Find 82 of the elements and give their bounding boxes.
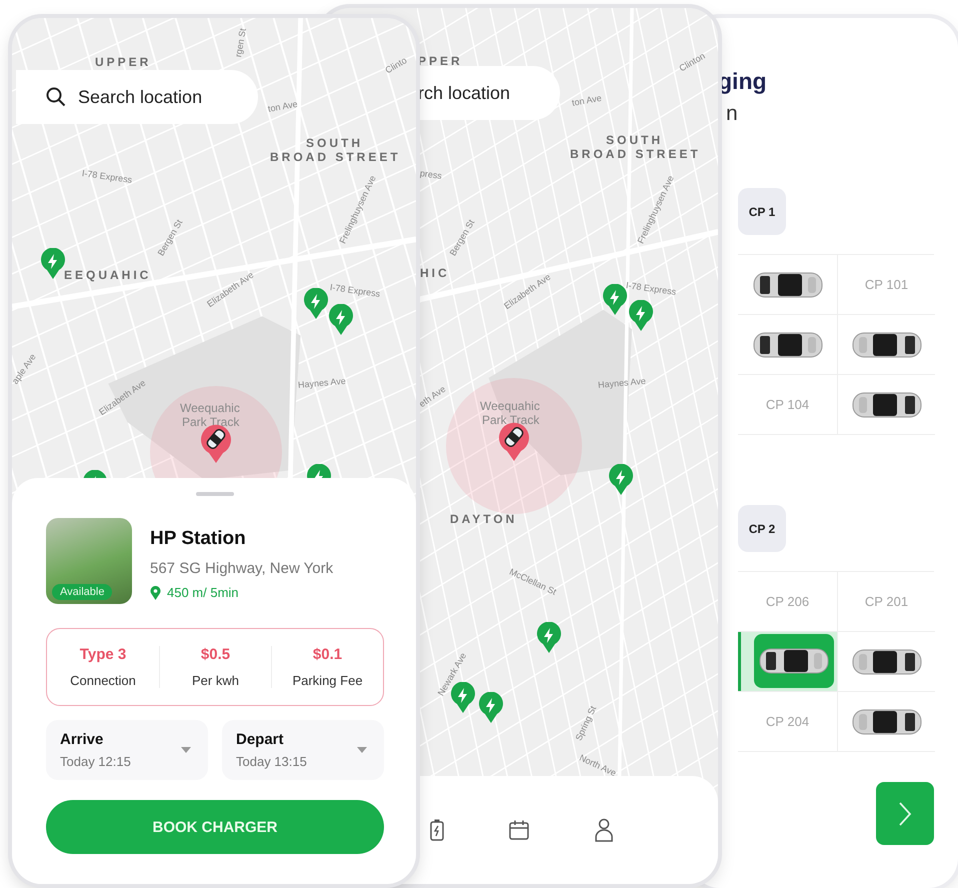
district-label: UPPER — [95, 55, 152, 69]
time-label: Arrive — [60, 731, 104, 748]
parking-slot[interactable] — [738, 632, 837, 692]
charger-pin-icon[interactable] — [478, 692, 504, 724]
charger-pin-icon[interactable] — [608, 464, 634, 496]
time-dropdown[interactable]: Arrive Today 12:15 — [46, 720, 208, 780]
charger-pin-icon[interactable] — [303, 288, 329, 320]
spec-label: Per kwh — [192, 673, 239, 688]
parking-slot[interactable] — [837, 315, 935, 375]
charger-pin-icon[interactable] — [328, 304, 354, 336]
street-label: aple Ave — [12, 352, 38, 386]
calendar-icon[interactable] — [508, 819, 530, 841]
distance-text: 450 m/ 5min — [167, 585, 239, 600]
charger-pin-icon[interactable] — [602, 284, 628, 316]
street-label: ton Ave — [267, 98, 298, 114]
spec-label: Parking Fee — [292, 673, 363, 688]
street-label: Clinto — [384, 55, 408, 76]
car-icon — [752, 270, 824, 300]
street-label: Haynes Ave — [598, 376, 646, 390]
place-label: Weequahic — [480, 400, 540, 413]
street-label: eth Ave — [417, 384, 448, 410]
street-label: ton Ave — [571, 92, 602, 108]
selected-car-card[interactable] — [754, 634, 834, 688]
street-label: I-78 Express — [81, 168, 133, 185]
slot-label: CP 104 — [766, 397, 810, 412]
street-label: Haynes Ave — [298, 376, 346, 390]
station-address: 567 SG Highway, New York — [150, 560, 334, 577]
spec-value: $0.5 — [200, 646, 230, 663]
street-label: press — [419, 168, 442, 182]
district-label: DAYTON — [450, 512, 518, 526]
location-pin-icon — [150, 586, 161, 600]
spec-value: Type 3 — [80, 646, 126, 663]
car-icon — [850, 646, 922, 676]
car-icon — [850, 706, 922, 736]
charge-point-tab[interactable]: CP 1 — [738, 188, 786, 235]
charger-pin-icon[interactable] — [536, 622, 562, 654]
caret-icon — [356, 746, 368, 754]
battery-icon[interactable] — [430, 819, 444, 841]
slot-label: CP 101 — [864, 277, 908, 292]
drag-handle[interactable] — [196, 492, 234, 496]
spec-label: Connection — [70, 673, 136, 688]
district-label: SOUTH — [306, 136, 363, 150]
place-label: Park Track — [482, 414, 540, 427]
car-icon — [850, 390, 922, 420]
slot-label: CP 201 — [864, 594, 908, 609]
search-icon — [46, 87, 66, 107]
district-label: BROAD STREET — [570, 147, 701, 161]
district-label: HIC — [420, 266, 450, 280]
slot-label: CP 206 — [766, 594, 810, 609]
street-label: rgen St — [233, 28, 248, 58]
street-label: I-78 Express — [625, 280, 677, 297]
car-icon — [758, 646, 830, 676]
time-label: Depart — [236, 731, 285, 748]
place-label: Weequahic — [180, 402, 240, 415]
charge-point-tab[interactable]: CP 2 — [738, 505, 786, 552]
time-value: Today 12:15 — [60, 754, 131, 769]
search-field[interactable]: Search location — [16, 70, 258, 124]
availability-badge: Available — [52, 584, 112, 600]
charger-pin-icon[interactable] — [40, 248, 66, 280]
caret-icon — [180, 746, 192, 754]
parking-slot[interactable] — [837, 375, 935, 435]
district-label: EEQUAHIC — [64, 268, 152, 282]
district-label: BROAD STREET — [270, 150, 401, 164]
chevron-right-icon — [898, 800, 912, 826]
next-button[interactable] — [876, 782, 934, 845]
place-label: Park Track — [182, 416, 240, 429]
car-icon — [850, 330, 922, 360]
search-placeholder: Search location — [78, 86, 202, 108]
charger-pin-icon[interactable] — [628, 300, 654, 332]
spec-value: $0.1 — [312, 646, 342, 663]
time-dropdown[interactable]: Depart Today 13:15 — [222, 720, 384, 780]
car-icon — [752, 330, 824, 360]
person-icon[interactable] — [594, 818, 614, 842]
parking-slot[interactable] — [837, 692, 935, 752]
district-label: SOUTH — [606, 133, 663, 147]
station-name: HP Station — [150, 528, 247, 550]
time-value: Today 13:15 — [236, 754, 307, 769]
slot-label: CP 204 — [766, 714, 810, 729]
street-label: North Ave — [578, 752, 618, 778]
street-label: I-78 Express — [329, 282, 381, 299]
screen-subtitle: n — [725, 102, 739, 126]
parking-slot[interactable] — [837, 632, 935, 692]
